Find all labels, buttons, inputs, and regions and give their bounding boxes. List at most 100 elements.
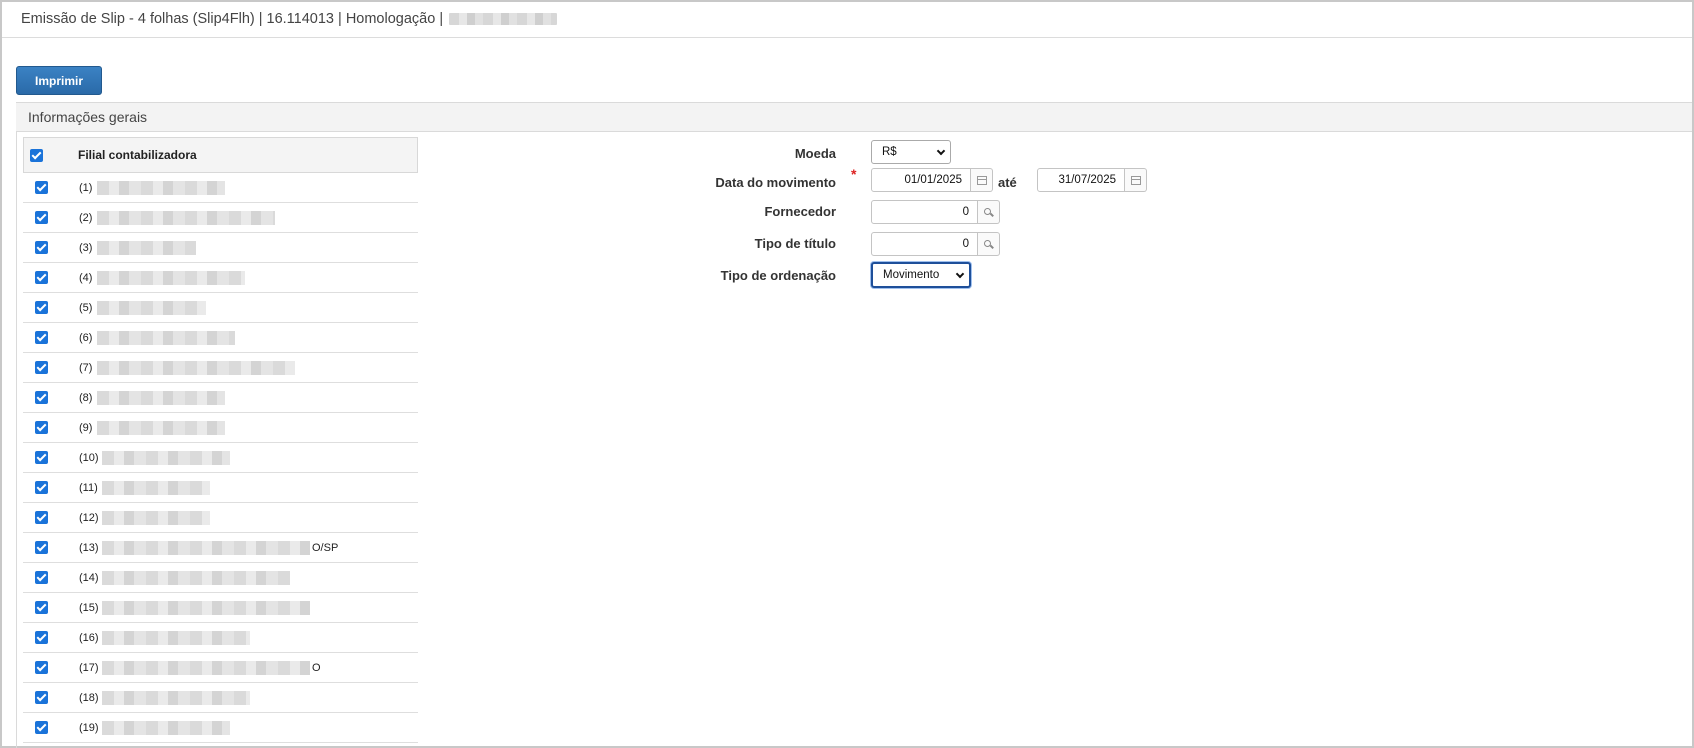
branch-name-suffix: O/SP: [312, 541, 339, 554]
branch-checkbox[interactable]: [35, 451, 48, 464]
branch-checkbox[interactable]: [35, 571, 48, 584]
window-title: Emissão de Slip - 4 folhas (Slip4Flh) | …: [21, 11, 444, 27]
section-border: [16, 132, 17, 748]
branch-checkbox[interactable]: [35, 331, 48, 344]
branch-row[interactable]: (4): [23, 263, 418, 293]
data-movimento-to-input[interactable]: 31/07/2025: [1037, 168, 1125, 192]
branch-number: (14): [79, 571, 99, 584]
branch-number: (16): [79, 631, 99, 644]
branch-row[interactable]: (3): [23, 233, 418, 263]
branch-checkbox[interactable]: [35, 271, 48, 284]
branch-row[interactable]: (9): [23, 413, 418, 443]
tipo-titulo-label: Tipo de título: [754, 236, 836, 251]
tipo-titulo-input[interactable]: 0: [871, 232, 978, 256]
redacted-branch-name: [97, 240, 196, 255]
select-all-branches-checkbox[interactable]: [30, 148, 43, 162]
branch-number: (3): [79, 241, 93, 254]
branch-checkbox[interactable]: [35, 211, 48, 224]
branch-checkbox[interactable]: [35, 631, 48, 644]
branch-number: (11): [79, 481, 98, 494]
branch-number: (19): [79, 721, 99, 734]
branch-row[interactable]: (18): [23, 683, 418, 713]
branch-table-header: Filial contabilizadora: [23, 137, 418, 173]
redacted-branch-name: [102, 660, 310, 675]
branch-row[interactable]: (15): [23, 593, 418, 623]
branch-row[interactable]: (14): [23, 563, 418, 593]
calendar-icon: [976, 175, 987, 185]
branch-number: (10): [79, 451, 99, 464]
redacted-branch-name: [102, 630, 250, 645]
branch-table: Filial contabilizadora (1) (2) (3) (4) (5) (6…: [23, 137, 418, 743]
branch-row[interactable]: (5): [23, 293, 418, 323]
branch-number: (6): [79, 331, 93, 344]
redacted-branch-name: [97, 330, 235, 345]
branch-checkbox[interactable]: [35, 691, 48, 704]
branch-number: (5): [79, 301, 93, 314]
branch-row[interactable]: (1): [23, 173, 418, 203]
redacted-branch-name: [102, 570, 290, 585]
tipo-ordenacao-select[interactable]: Movimento: [871, 262, 971, 288]
redacted-branch-name: [97, 300, 206, 315]
redacted-branch-name: [102, 450, 230, 465]
branch-row[interactable]: (7): [23, 353, 418, 383]
redacted-branch-name: [102, 720, 230, 735]
fornecedor-search-button[interactable]: [978, 200, 1000, 224]
section-title: Informações gerais: [28, 109, 148, 125]
window-title-bar: Emissão de Slip - 4 folhas (Slip4Flh) | …: [2, 2, 1692, 38]
print-button[interactable]: Imprimir: [16, 66, 102, 95]
date-from-calendar-button[interactable]: [971, 168, 993, 192]
branch-number: (4): [79, 271, 93, 284]
tipo-titulo-search-button[interactable]: [978, 232, 1000, 256]
branch-row[interactable]: (10): [23, 443, 418, 473]
redacted-branch-name: [102, 540, 310, 555]
redacted-environment-name: [449, 13, 558, 26]
branch-number: (7): [79, 361, 93, 374]
branch-row[interactable]: (16): [23, 623, 418, 653]
redacted-branch-name: [102, 480, 210, 495]
tipo-ordenacao-value: Movimento: [883, 269, 940, 281]
branch-row[interactable]: (11): [23, 473, 418, 503]
branch-checkbox[interactable]: [35, 391, 48, 404]
branch-checkbox[interactable]: [35, 361, 48, 374]
branch-name-suffix: O: [312, 661, 321, 674]
branch-row[interactable]: (19): [23, 713, 418, 743]
branch-checkbox[interactable]: [35, 511, 48, 524]
branch-row[interactable]: (17) O: [23, 653, 418, 683]
redacted-branch-name: [102, 510, 210, 525]
date-range-to-label: até: [998, 175, 1017, 190]
branch-checkbox[interactable]: [35, 181, 48, 194]
branch-row[interactable]: (8): [23, 383, 418, 413]
branch-number: (15): [79, 601, 99, 614]
date-to-calendar-button[interactable]: [1125, 168, 1147, 192]
redacted-branch-name: [97, 270, 245, 285]
redacted-branch-name: [97, 180, 225, 195]
branch-row[interactable]: (13) O/SP: [23, 533, 418, 563]
redacted-branch-name: [102, 690, 250, 705]
branch-checkbox[interactable]: [35, 601, 48, 614]
moeda-select[interactable]: R$: [871, 140, 951, 164]
tipo-ordenacao-label: Tipo de ordenação: [720, 268, 836, 283]
branch-checkbox[interactable]: [35, 721, 48, 734]
branch-checkbox[interactable]: [35, 301, 48, 314]
chevron-down-icon: [955, 269, 965, 279]
data-movimento-from-input[interactable]: 01/01/2025: [871, 168, 971, 192]
calendar-icon: [1130, 175, 1141, 185]
branch-checkbox[interactable]: [35, 541, 48, 554]
required-indicator: *: [851, 166, 857, 182]
branch-number: (2): [79, 211, 93, 224]
branch-checkbox[interactable]: [35, 661, 48, 674]
branch-number: (1): [79, 181, 93, 194]
fornecedor-label: Fornecedor: [764, 204, 836, 219]
branch-number: (18): [79, 691, 99, 704]
branch-row[interactable]: (6): [23, 323, 418, 353]
redacted-branch-name: [97, 390, 225, 405]
branch-checkbox[interactable]: [35, 421, 48, 434]
branch-number: (13): [79, 541, 99, 554]
branch-checkbox[interactable]: [35, 241, 48, 254]
data-movimento-label: Data do movimento: [715, 175, 836, 190]
branch-row[interactable]: (12): [23, 503, 418, 533]
branch-row[interactable]: (2): [23, 203, 418, 233]
branch-checkbox[interactable]: [35, 481, 48, 494]
redacted-branch-name: [97, 210, 275, 225]
fornecedor-input[interactable]: 0: [871, 200, 978, 224]
